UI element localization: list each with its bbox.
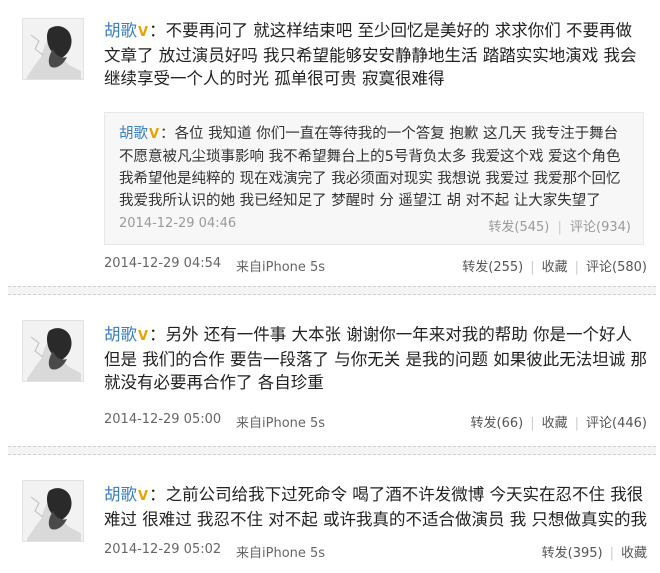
- quoted-body: 各位 我知道 你们一直在等待我的一个答复 抱歉 这几天 我专注于舞台 不愿意被凡…: [119, 126, 621, 209]
- avatar[interactable]: [22, 480, 84, 542]
- quoted-meta: 2014-12-29 04:46 转发(545) | 评论(934): [119, 216, 631, 235]
- post-meta: 2014-12-29 05:00 来自iPhone 5s 转发(66) | 收藏 | 评…: [104, 412, 647, 431]
- weibo-post-2: 胡歌V：另外 还有一件事 大本张 谢谢你一年来对我的帮助 你是一个好人 但是 我…: [0, 298, 660, 448]
- avatar[interactable]: [22, 18, 84, 80]
- quoted-author-name[interactable]: 胡歌: [119, 126, 148, 142]
- verified-badge-icon: V: [138, 25, 149, 40]
- post-text: 胡歌V：另外 还有一件事 大本张 谢谢你一年来对我的帮助 你是一个好人 但是 我…: [104, 325, 647, 392]
- verified-badge-icon: V: [138, 489, 149, 504]
- post-source: 来自iPhone 5s: [236, 416, 326, 431]
- avatar-silhouette-icon: [23, 19, 83, 79]
- quoted-post: 胡歌V：各位 我知道 你们一直在等待我的一个答复 抱歉 这几天 我专注于舞台 不…: [104, 112, 644, 245]
- verified-badge-icon: V: [138, 329, 149, 344]
- repost-link[interactable]: 转发(255): [462, 260, 523, 275]
- avatar-silhouette-icon: [23, 321, 83, 381]
- post-divider: [8, 286, 656, 295]
- avatar[interactable]: [22, 320, 84, 382]
- post-source: 来自iPhone 5s: [236, 546, 326, 561]
- quoted-comment-link[interactable]: 评论(934): [570, 220, 631, 235]
- quoted-timestamp[interactable]: 2014-12-29 04:46: [119, 216, 236, 231]
- post-meta: 2014-12-29 05:02 来自iPhone 5s 转发(395) | 收藏: [104, 542, 647, 561]
- weibo-post-1: 胡歌V：不要再问了 就这样结束吧 至少回忆是美好的 求求你们 不要再做文章了 放…: [0, 0, 660, 282]
- post-divider: [8, 446, 656, 455]
- weibo-post-3: 胡歌V：之前公司给我下过死命令 喝了酒不许发微博 今天实在忍不住 我很难过 很难…: [0, 458, 660, 573]
- post-meta: 2014-12-29 04:54 来自iPhone 5s 转发(255) | 收藏 |…: [104, 256, 647, 275]
- post-body: 另外 还有一件事 大本张 谢谢你一年来对我的帮助 你是一个好人 但是 我们的合作…: [104, 325, 647, 392]
- author-name[interactable]: 胡歌: [104, 485, 137, 504]
- avatar-silhouette-icon: [23, 481, 83, 541]
- favorite-link[interactable]: 收藏: [542, 416, 568, 431]
- quoted-text: 胡歌V：各位 我知道 你们一直在等待我的一个答复 抱歉 这几天 我专注于舞台 不…: [119, 126, 621, 209]
- verified-badge-icon: V: [149, 127, 160, 142]
- comment-link[interactable]: 评论(580): [586, 260, 647, 275]
- post-timestamp[interactable]: 2014-12-29 05:00: [104, 412, 221, 427]
- author-name[interactable]: 胡歌: [104, 21, 137, 40]
- post-timestamp[interactable]: 2014-12-29 04:54: [104, 256, 221, 271]
- repost-link[interactable]: 转发(395): [542, 546, 603, 561]
- favorite-link[interactable]: 收藏: [621, 546, 647, 561]
- author-name[interactable]: 胡歌: [104, 325, 137, 344]
- post-body: 之前公司给我下过死命令 喝了酒不许发微博 今天实在忍不住 我很难过 很难过 我忍…: [104, 485, 647, 529]
- post-text: 胡歌V：之前公司给我下过死命令 喝了酒不许发微博 今天实在忍不住 我很难过 很难…: [104, 485, 647, 529]
- post-body: 不要再问了 就这样结束吧 至少回忆是美好的 求求你们 不要再做文章了 放过演员好…: [104, 21, 637, 88]
- comment-link[interactable]: 评论(446): [586, 416, 647, 431]
- post-timestamp[interactable]: 2014-12-29 05:02: [104, 542, 221, 557]
- favorite-link[interactable]: 收藏: [542, 260, 568, 275]
- post-source: 来自iPhone 5s: [236, 260, 326, 275]
- post-text: 胡歌V：不要再问了 就这样结束吧 至少回忆是美好的 求求你们 不要再做文章了 放…: [104, 21, 637, 88]
- quoted-repost-link[interactable]: 转发(545): [488, 220, 549, 235]
- repost-link[interactable]: 转发(66): [471, 416, 524, 431]
